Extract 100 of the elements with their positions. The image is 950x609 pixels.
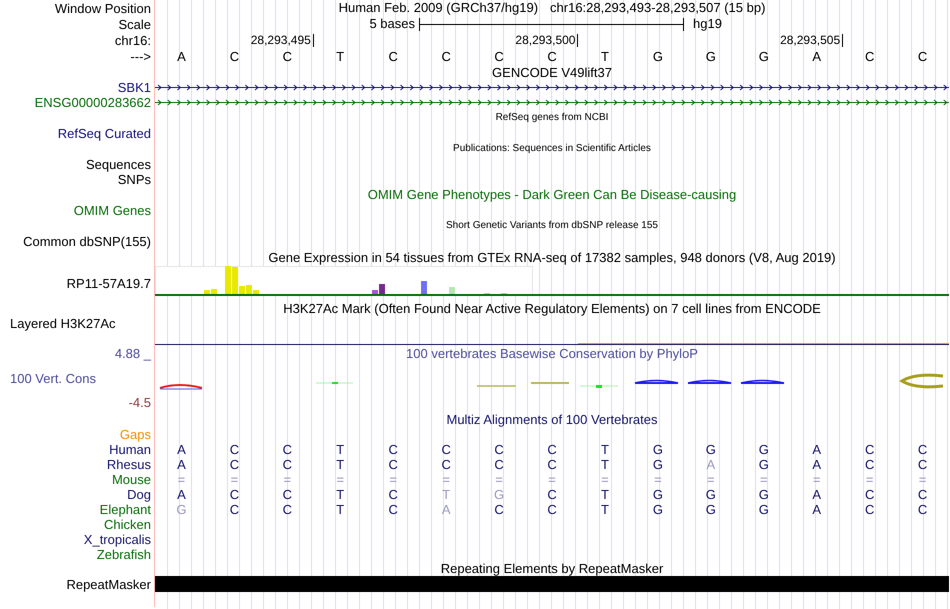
base-letter: A	[177, 48, 186, 66]
track-title: Repeating Elements by RepeatMasker	[440, 561, 664, 576]
track-title: Short Genetic Variants from dbSNP release 155	[446, 219, 658, 233]
aligned-base: C	[282, 487, 292, 502]
base-letter: A	[812, 48, 822, 66]
aligned-base: C	[918, 502, 928, 517]
species-label: Zebrafish	[96, 547, 151, 562]
aligned-base: T	[336, 457, 344, 472]
track-label[interactable]: SNPs	[118, 172, 151, 187]
assembly-name: Human Feb. 2009 (GRCh37/hg19)	[338, 0, 538, 18]
ruler-tick-label: 28,293,495	[250, 34, 314, 47]
base-letter: C	[282, 48, 292, 66]
aligned-base: T	[600, 487, 609, 502]
aligned-base: =	[284, 472, 292, 487]
track-label[interactable]: RepeatMasker	[66, 576, 151, 592]
aligned-base: C	[494, 442, 504, 457]
ruler-tick-label: 28,293,505	[780, 34, 844, 47]
aligned-base: C	[918, 487, 928, 502]
base-letter: C	[547, 48, 557, 66]
aligned-base: C	[864, 487, 874, 502]
track-title: 100 vertebrates Basewise Conservation by PhyloP	[406, 346, 698, 361]
row-label: chr16:	[114, 33, 151, 48]
gene-label[interactable]: SBK1	[118, 80, 151, 95]
base-letter: C	[494, 48, 504, 66]
aligned-base: G	[652, 442, 663, 457]
aligned-base: A	[177, 487, 186, 502]
aligned-base: T	[336, 502, 344, 517]
row-label: Window Position	[54, 0, 151, 16]
axis-min-label: -4.5	[128, 395, 151, 410]
track-title: Gene Expression in 54 tissues from GTEx RNA-seq of 17382 samples, 948 donors (V8, Aug 2019)	[268, 250, 836, 265]
track-label: Gaps	[120, 427, 151, 442]
aligned-base: =	[601, 472, 609, 487]
aligned-base: G	[758, 442, 769, 457]
aligned-base: T	[336, 442, 344, 457]
aligned-base: C	[864, 502, 874, 517]
aligned-base: C	[230, 487, 240, 502]
aligned-base: G	[758, 502, 769, 517]
aligned-base: G	[706, 442, 716, 457]
aligned-base: C	[282, 502, 292, 517]
track-title: H3K27Ac Mark (Often Found Near Active Regulatory Elements) on 7 cell lines from ENCODE	[283, 301, 821, 316]
position-range: chr16:28,293,493-28,293,507 (15 bp)	[550, 0, 766, 18]
aligned-base: A	[442, 502, 450, 517]
species-label: X_tropicalis	[84, 532, 151, 547]
track-label[interactable]: RefSeq Curated	[58, 126, 151, 140]
gene-label[interactable]: ENSG00000283662	[34, 95, 151, 110]
aligned-base: G	[652, 487, 663, 502]
aligned-base: C	[388, 487, 398, 502]
track-label[interactable]: Common dbSNP(155)	[23, 234, 151, 248]
aligned-base: C	[918, 457, 928, 472]
aligned-base: =	[336, 472, 344, 487]
scale-label: 5 bases	[369, 15, 415, 34]
scale-assembly: hg19	[692, 15, 722, 34]
aligned-base: C	[441, 442, 451, 457]
aligned-base: C	[547, 502, 557, 517]
base-letter: C	[864, 48, 874, 66]
aligned-base: G	[758, 457, 769, 472]
aligned-base: G	[706, 502, 716, 517]
aligned-base: C	[547, 442, 557, 457]
aligned-base: T	[600, 502, 609, 517]
aligned-base: A	[812, 502, 822, 517]
aligned-base: A	[177, 442, 186, 457]
species-label: Elephant	[100, 502, 151, 517]
species-label: Dog	[127, 487, 151, 502]
aligned-base: =	[760, 472, 768, 487]
aligned-base: C	[441, 457, 451, 472]
track-label[interactable]: Sequences	[86, 156, 151, 172]
axis-max-label: 4.88 _	[114, 346, 151, 360]
aligned-base: A	[177, 457, 186, 472]
aligned-base: =	[866, 472, 874, 487]
aligned-base: C	[864, 442, 874, 457]
aligned-base: G	[176, 502, 187, 517]
aligned-base: G	[652, 457, 663, 472]
base-letter: T	[336, 48, 344, 66]
row-label: Scale	[118, 16, 151, 32]
aligned-base: =	[548, 472, 556, 487]
aligned-base: T	[600, 442, 609, 457]
track-label[interactable]: Layered H3K27Ac	[0, 316, 116, 331]
aligned-base: C	[282, 457, 292, 472]
track-label[interactable]: 100 Vert. Cons	[0, 370, 96, 386]
track-title: RefSeq genes from NCBI	[496, 111, 608, 125]
track-label[interactable]: RP11-57A19.7	[66, 276, 151, 291]
species-label: Chicken	[104, 517, 151, 532]
aligned-base: C	[864, 457, 874, 472]
aligned-base: G	[652, 502, 663, 517]
base-letter: C	[918, 48, 928, 66]
base-letter: C	[230, 48, 240, 66]
track-label[interactable]: OMIM Genes	[74, 202, 151, 218]
ruler-tick-label: 28,293,500	[515, 34, 578, 47]
aligned-base: C	[388, 502, 398, 517]
aligned-base: =	[389, 472, 398, 487]
track-title: Publications: Sequences in Scientific Articles	[453, 142, 651, 156]
species-label: Mouse	[112, 472, 151, 487]
aligned-base: =	[918, 472, 926, 487]
aligned-base: C	[230, 457, 240, 472]
aligned-base: G	[494, 487, 504, 502]
base-letter: C	[388, 48, 398, 66]
aligned-base: G	[758, 487, 769, 502]
aligned-base: =	[654, 472, 662, 487]
aligned-base: A	[706, 457, 716, 472]
track-title: OMIM Gene Phenotypes - Dark Green Can Be Disease-causing	[368, 187, 736, 202]
